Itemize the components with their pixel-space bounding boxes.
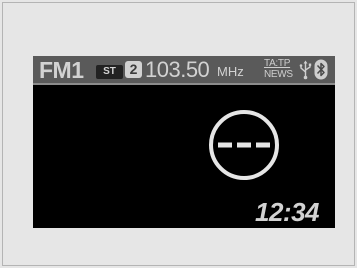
audio-display-screen: FM1 ST 2 103.50 MHz TA:TP NEWS 12:34 [33,56,335,228]
bluetooth-icon [314,59,328,80]
band-label: FM1 [39,57,84,83]
clock-display: 12:34 [255,197,320,227]
status-bar: FM1 ST 2 103.50 MHz TA:TP NEWS [33,56,335,85]
ta-tp-indicator: TA:TP [264,58,291,69]
usb-icon [299,60,312,80]
stereo-badge: ST [96,65,123,79]
frequency-unit: MHz [217,64,244,79]
frequency-value: 103.50 [145,57,210,82]
figure-frame: FM1 ST 2 103.50 MHz TA:TP NEWS 12:34 [2,2,355,266]
preset-number-badge: 2 [125,61,142,78]
no-signal-icon [209,110,279,180]
news-indicator: NEWS [264,69,293,80]
